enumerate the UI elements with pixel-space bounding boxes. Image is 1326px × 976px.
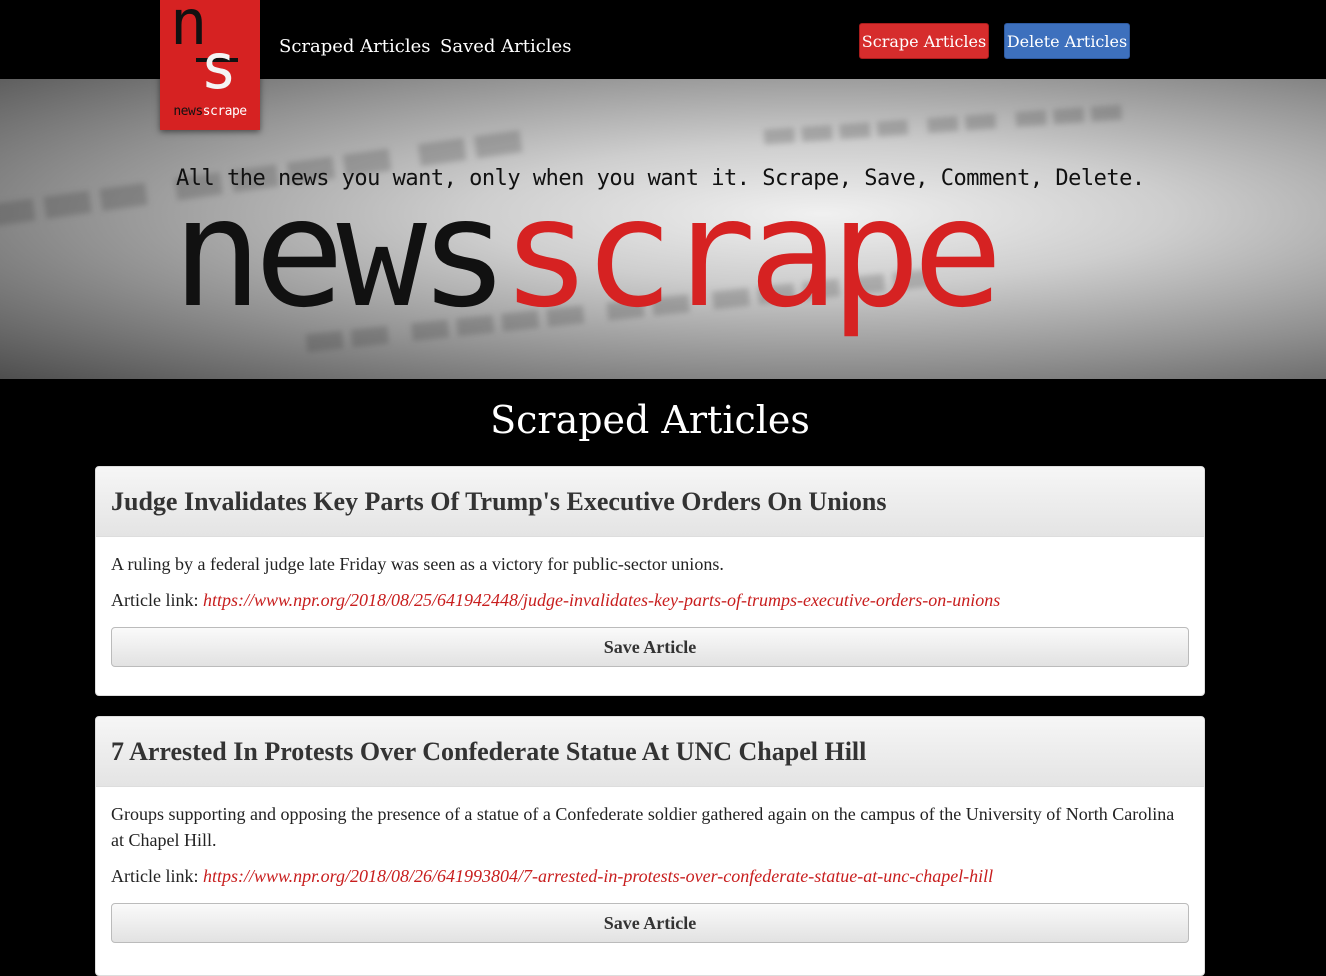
- hero-title-news: news: [172, 167, 509, 341]
- article-card: 7 Arrested In Protests Over Confederate …: [95, 716, 1205, 976]
- save-article-button[interactable]: Save Article: [111, 627, 1189, 667]
- article-card-header: Judge Invalidates Key Parts Of Trump's E…: [96, 467, 1204, 537]
- navbar: n s newsscrape Scraped Articles Saved Ar…: [0, 0, 1326, 130]
- scrape-articles-button[interactable]: Scrape Articles: [859, 23, 989, 59]
- hero-title: newsscrape: [172, 179, 1003, 329]
- article-card-body: Groups supporting and opposing the prese…: [96, 787, 1204, 943]
- article-card-header: 7 Arrested In Protests Over Confederate …: [96, 717, 1204, 787]
- brand-logo[interactable]: n s newsscrape: [160, 0, 260, 130]
- hero-title-scrape: scrape: [501, 167, 1003, 341]
- article-summary: Groups supporting and opposing the prese…: [111, 804, 1175, 850]
- article-title: 7 Arrested In Protests Over Confederate …: [111, 736, 867, 766]
- article-link[interactable]: https://www.npr.org/2018/08/26/641993804…: [203, 866, 993, 886]
- logo-wordmark: newsscrape: [160, 104, 260, 119]
- article-link-label: Article link:: [111, 590, 199, 610]
- article-summary: A ruling by a federal judge late Friday …: [111, 554, 724, 574]
- article-card: Judge Invalidates Key Parts Of Trump's E…: [95, 466, 1205, 696]
- article-link[interactable]: https://www.npr.org/2018/08/25/641942448…: [203, 590, 1000, 610]
- logo-word-scrape: scrape: [202, 104, 247, 119]
- page-title: Scraped Articles: [490, 398, 810, 442]
- delete-articles-button[interactable]: Delete Articles: [1004, 23, 1130, 59]
- article-link-line: Article link: https://www.npr.org/2018/0…: [111, 863, 1189, 889]
- article-link-line: Article link: https://www.npr.org/2018/0…: [111, 587, 1189, 613]
- hero-background-texture: ▬▬▬▬ ▬▬ ▬▬▬: [758, 86, 1127, 158]
- article-link-label: Article link:: [111, 866, 199, 886]
- article-card-body: A ruling by a federal judge late Friday …: [96, 537, 1204, 667]
- article-title: Judge Invalidates Key Parts Of Trump's E…: [111, 486, 887, 516]
- logo-s-glyph: s: [200, 30, 238, 103]
- save-article-button[interactable]: Save Article: [111, 903, 1189, 943]
- nav-saved-articles[interactable]: Saved Articles: [440, 36, 571, 57]
- nav-scraped-articles[interactable]: Scraped Articles: [279, 36, 431, 57]
- logo-word-news: news: [173, 104, 203, 119]
